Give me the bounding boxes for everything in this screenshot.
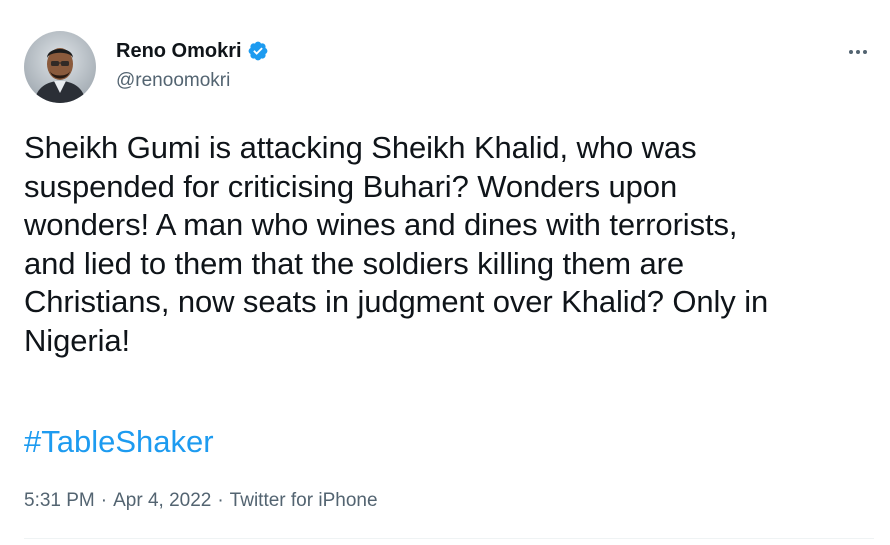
tweet-source[interactable]: Twitter for iPhone: [230, 490, 378, 512]
tweet-time[interactable]: 5:31 PM: [24, 490, 95, 512]
tweet-text-line: Christians, now seats in judgment over K…: [24, 284, 769, 320]
tweet-text-line: and lied to them that the soldiers killi…: [24, 245, 685, 281]
tweet-card: Reno Omokri @renoomokri Sheikh Gumi is a…: [0, 0, 890, 545]
more-dot: [849, 50, 853, 54]
tweet-text-line: suspended for criticising Buhari? Wonder…: [24, 168, 678, 204]
tweet-text-line: wonders! A man who wines and dines with …: [24, 207, 738, 243]
tweet-text: Sheikh Gumi is attacking Sheikh Khalid, …: [24, 129, 874, 361]
author-name-row: Reno Omokri: [116, 38, 269, 64]
hashtag-link[interactable]: #TableShaker: [24, 423, 214, 461]
avatar[interactable]: [24, 31, 96, 103]
more-dot: [863, 50, 867, 54]
tweet-text-line: Sheikh Gumi is attacking Sheikh Khalid, …: [24, 130, 697, 165]
tweet-text-line: Nigeria!: [24, 322, 131, 358]
tweet-date[interactable]: Apr 4, 2022: [113, 490, 211, 512]
author-display-name[interactable]: Reno Omokri: [116, 40, 242, 63]
more-dot: [856, 50, 860, 54]
meta-separator: ·: [100, 490, 108, 511]
author-handle[interactable]: @renoomokri: [116, 70, 230, 92]
divider: [24, 538, 874, 539]
more-options-icon[interactable]: [838, 38, 878, 66]
meta-separator: ·: [217, 490, 224, 511]
tweet-metadata: 5:31 PM · Apr 4, 2022 · Twitter for iPho…: [24, 490, 378, 512]
avatar-image: [24, 31, 96, 103]
verified-badge-icon: [247, 40, 269, 62]
